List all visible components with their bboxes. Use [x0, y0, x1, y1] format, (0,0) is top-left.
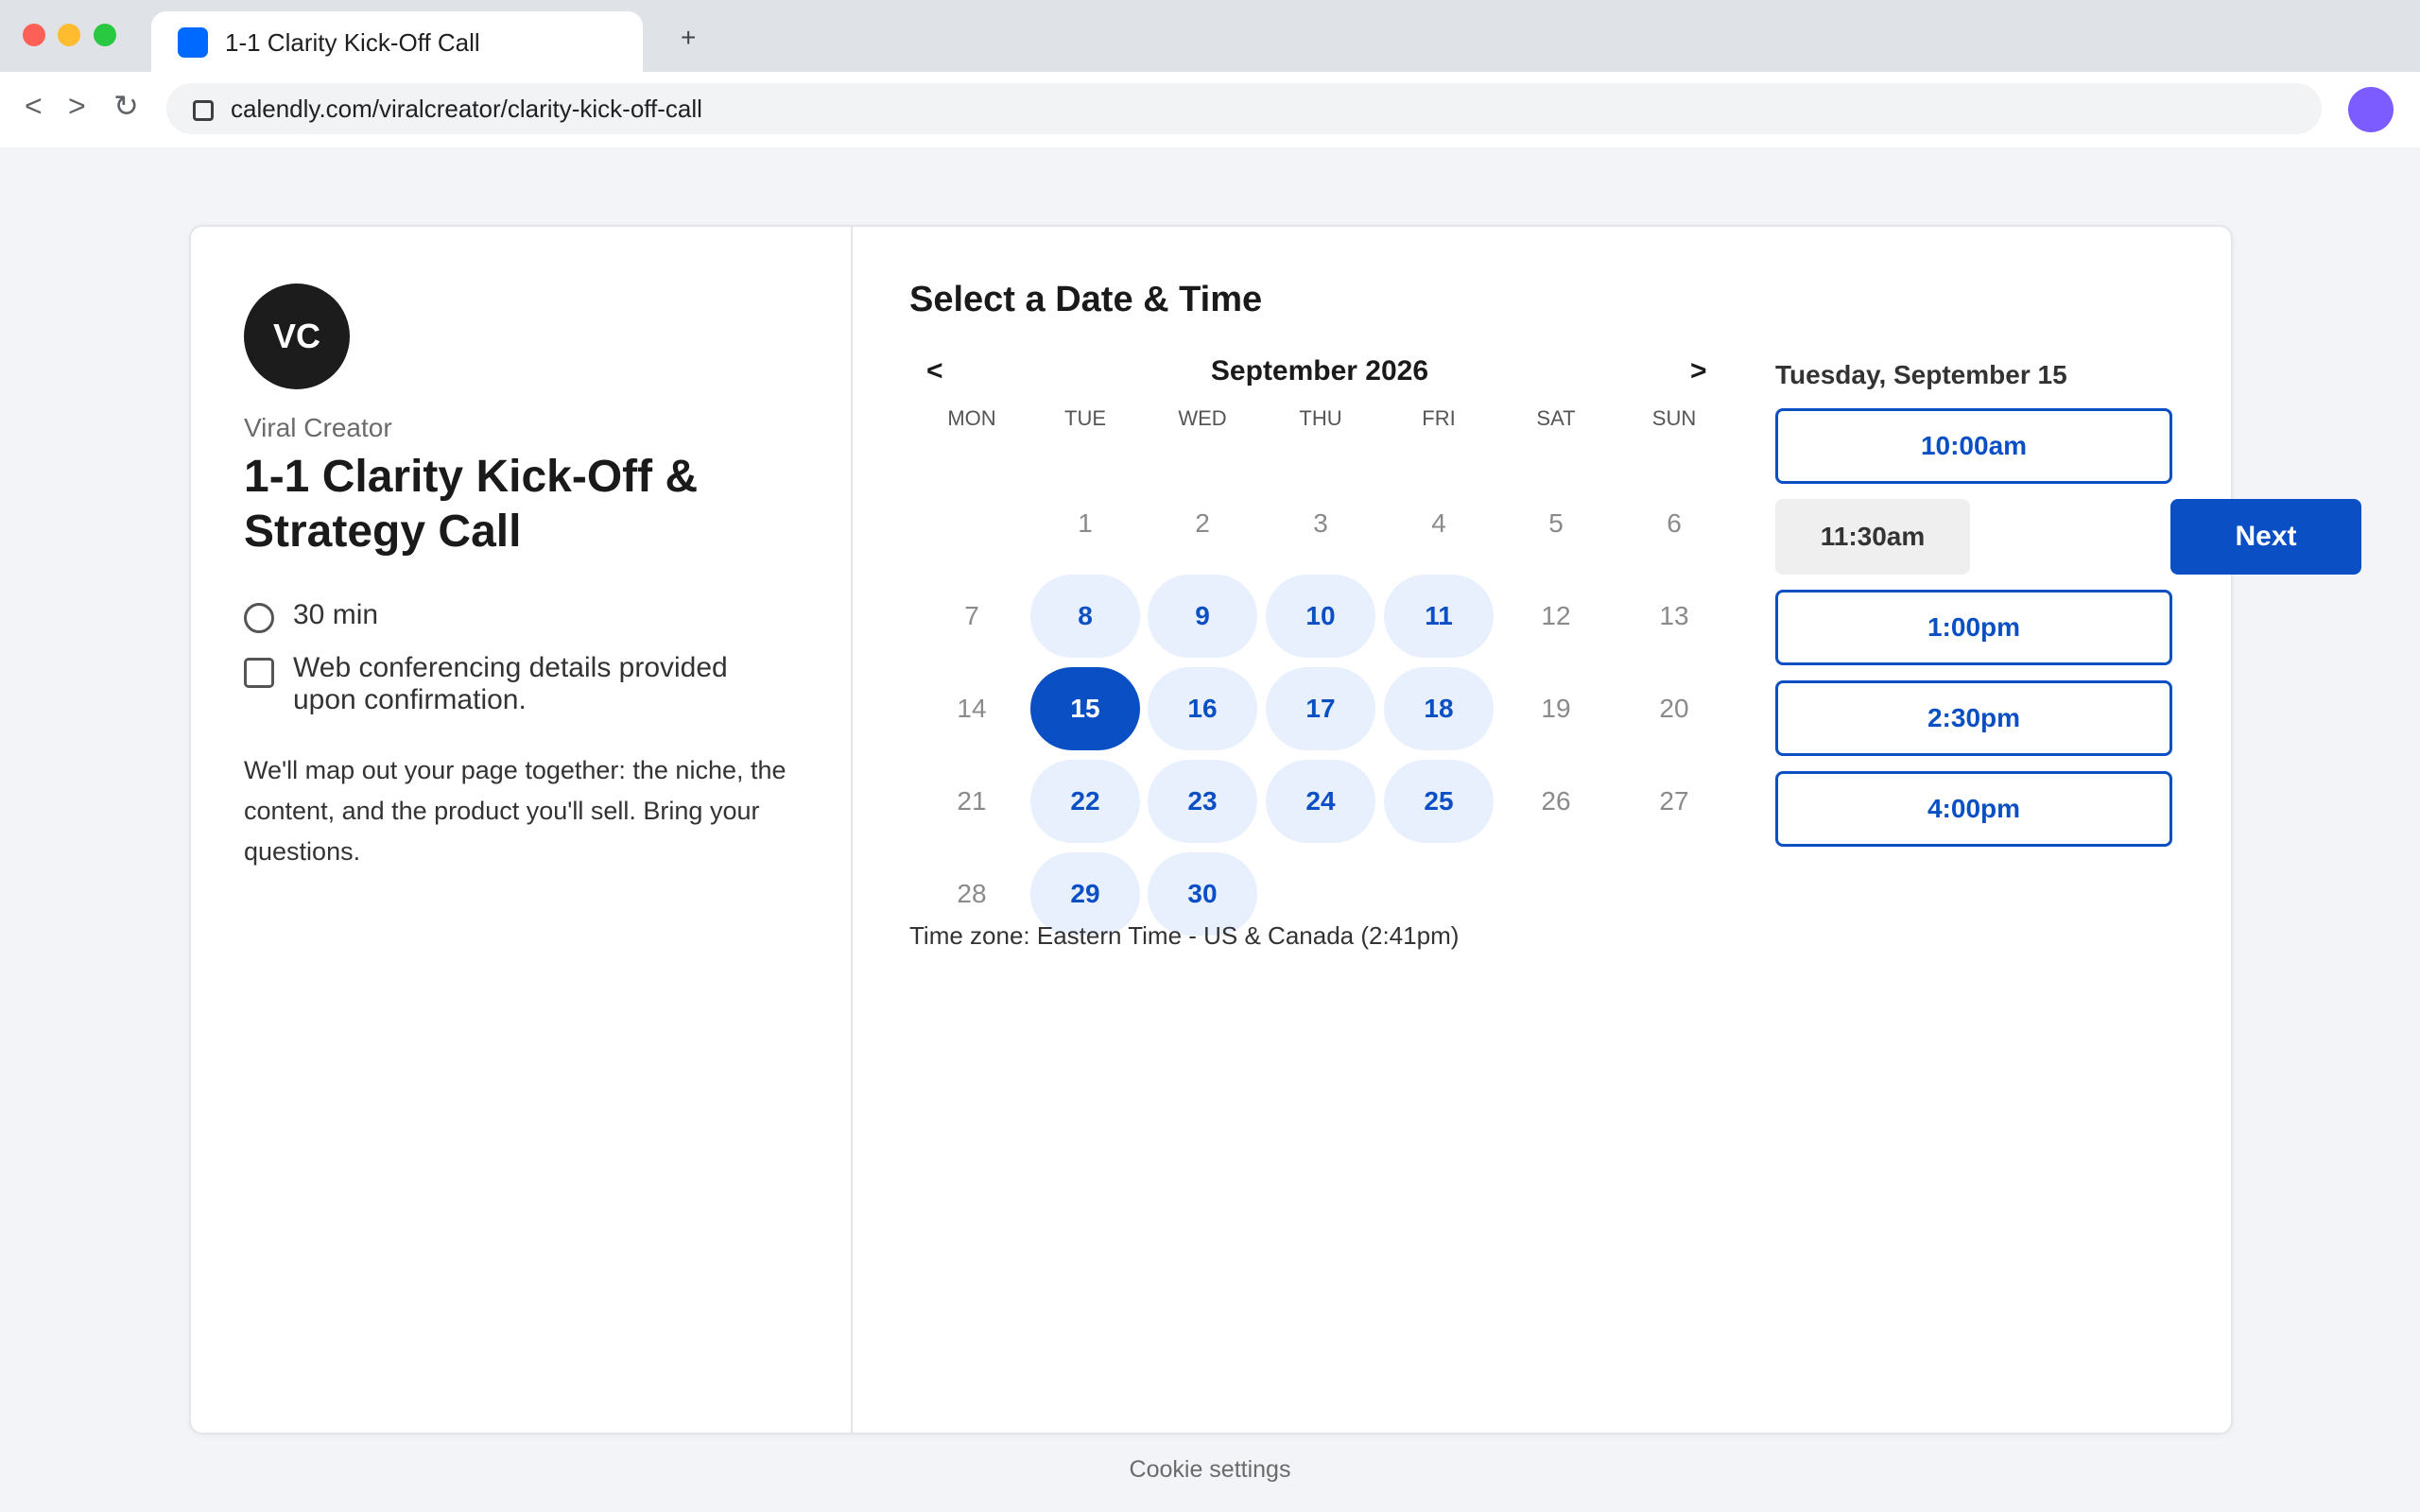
calendar-day-7: 7 [964, 601, 979, 630]
host-avatar: VC [244, 284, 350, 389]
calendly-favicon-icon [178, 27, 208, 58]
browser-toolbar: < > ↻ calendly.com/viralcreator/clarity-… [0, 72, 2420, 147]
pane-divider [851, 227, 853, 1433]
booking-card: VC Viral Creator 1-1 Clarity Kick-Off & … [189, 225, 2361, 1435]
calendar-day-17[interactable]: 17 [1266, 667, 1375, 750]
site-info-icon[interactable] [193, 100, 214, 121]
back-button[interactable]: < [25, 89, 43, 123]
next-month-button[interactable]: > [1690, 355, 1707, 387]
calendar-day-3: 3 [1313, 508, 1328, 538]
calendar-day-19: 19 [1541, 694, 1571, 723]
address-bar[interactable]: calendly.com/viralcreator/clarity-kick-o… [166, 83, 2322, 134]
window-close-button[interactable] [23, 24, 45, 46]
calendar-day-14: 14 [957, 694, 987, 723]
calendar-day-26: 26 [1541, 786, 1571, 816]
calendar-day-12: 12 [1541, 601, 1571, 630]
timezone-selector[interactable]: Time zone: Eastern Time - US & Canada (2… [909, 920, 1459, 951]
time-slot-selected[interactable]: 11:30am [1775, 499, 1970, 575]
scheduler-title: Select a Date & Time [909, 280, 1263, 319]
calendar-day-1: 1 [1078, 508, 1093, 538]
event-description: We'll map out your page together: the ni… [244, 756, 786, 866]
weekday-wed: WED [1178, 406, 1227, 430]
weekday-mon: MON [947, 406, 996, 430]
calendar-day-9[interactable]: 9 [1148, 575, 1257, 658]
calendar-day-11[interactable]: 11 [1384, 575, 1494, 658]
calendar-day-15[interactable]: 15 [1030, 667, 1140, 750]
forward-button[interactable]: > [68, 89, 86, 123]
calendar-day-4: 4 [1431, 508, 1446, 538]
event-title: 1-1 Clarity Kick-Off & Strategy Call [244, 452, 699, 557]
selected-date-label: Tuesday, September 15 [1775, 360, 2067, 389]
weekday-fri: FRI [1422, 406, 1456, 430]
browser-tab[interactable]: 1-1 Clarity Kick-Off Call [151, 11, 643, 72]
event-conferencing: Web conferencing details provided upon c… [244, 652, 785, 716]
calendar-day-10[interactable]: 10 [1266, 575, 1375, 658]
conferencing-text: Web conferencing details provided upon c… [293, 652, 728, 715]
calendar-day-27: 27 [1659, 786, 1689, 816]
weekday-sat: SAT [1536, 406, 1576, 430]
window-minimize-button[interactable] [58, 24, 80, 46]
time-slot[interactable]: 1:00pm [1775, 590, 2172, 665]
calendar-day-24[interactable]: 24 [1266, 760, 1375, 843]
cookie-settings-link[interactable]: Cookie settings [0, 1455, 2420, 1484]
weekday-tue: TUE [1064, 406, 1106, 430]
new-tab-button[interactable]: + [681, 25, 696, 51]
calendar-day-25[interactable]: 25 [1384, 760, 1494, 843]
window-maximize-button[interactable] [94, 24, 116, 46]
weekday-sun: SUN [1651, 406, 1697, 430]
profile-avatar[interactable] [2348, 87, 2394, 132]
calendar-day-8[interactable]: 8 [1030, 575, 1140, 658]
host-name: Viral Creator [244, 413, 392, 442]
next-button[interactable]: Next [2170, 499, 2361, 575]
weekday-thu: THU [1299, 406, 1342, 430]
calendar-day-23[interactable]: 23 [1148, 760, 1257, 843]
time-slot[interactable]: 4:00pm [1775, 771, 2172, 847]
time-slot[interactable]: 10:00am [1775, 408, 2172, 484]
calendar-day-22[interactable]: 22 [1030, 760, 1140, 843]
calendar-day-13: 13 [1659, 601, 1689, 630]
duration-text: 30 min [293, 599, 379, 630]
month-label: September 2026 [1210, 355, 1429, 387]
url-text[interactable]: calendly.com/viralcreator/clarity-kick-o… [231, 94, 702, 123]
video-conference-icon [244, 658, 274, 688]
calendar-day-18[interactable]: 18 [1384, 667, 1494, 750]
time-slot[interactable]: 2:30pm [1775, 680, 2172, 756]
browser-tab-bar: 1-1 Clarity Kick-Off Call + [0, 0, 2420, 72]
calendar-day-20: 20 [1659, 694, 1689, 723]
reload-button[interactable]: ↻ [113, 89, 139, 123]
calendar-day-5: 5 [1548, 508, 1564, 538]
clock-icon [244, 603, 274, 633]
event-duration: 30 min [244, 599, 785, 633]
calendar-day-2: 2 [1195, 508, 1210, 538]
calendar-day-21: 21 [957, 786, 987, 816]
calendar-day-16[interactable]: 16 [1148, 667, 1257, 750]
prev-month-button[interactable]: < [926, 355, 943, 387]
tab-title: 1-1 Clarity Kick-Off Call [225, 28, 480, 57]
calendar-day-6: 6 [1667, 508, 1682, 538]
